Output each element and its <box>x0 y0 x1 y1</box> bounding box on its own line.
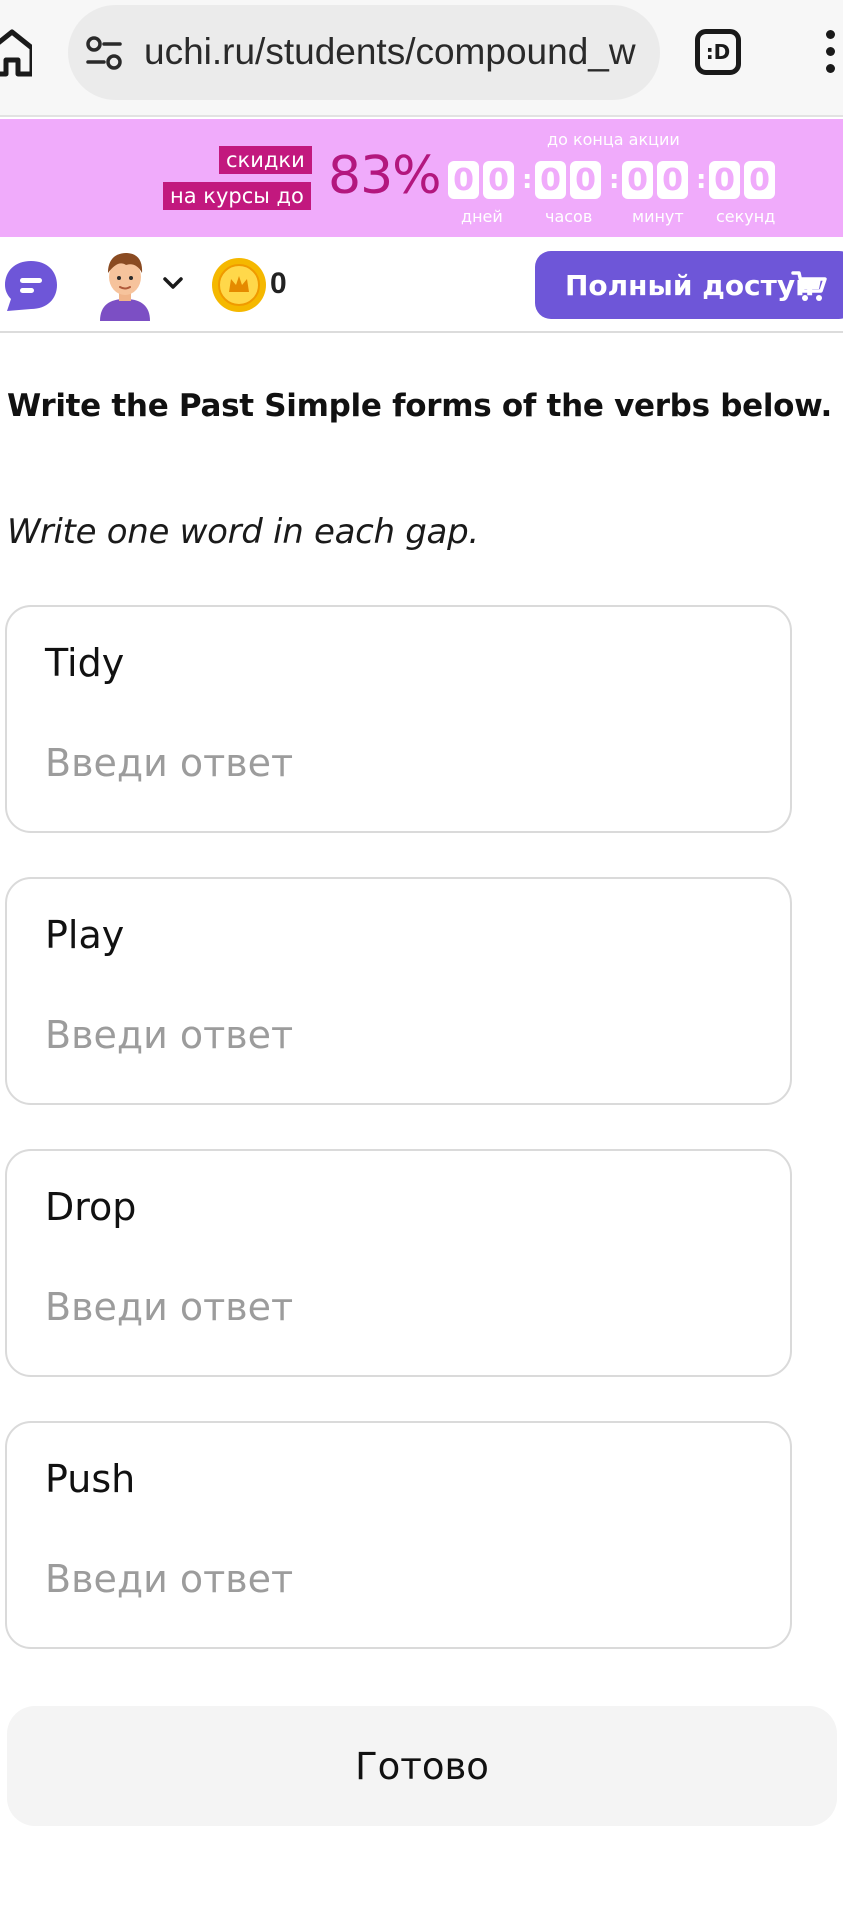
exercise-instruction: Write one word in each gap. <box>7 512 479 552</box>
timer-digit: 0 <box>744 161 775 199</box>
timer-digit: 0 <box>622 161 653 199</box>
timer-digit: 0 <box>535 161 566 199</box>
app-header: 0 Полный доступ <box>0 237 843 333</box>
coin-icon <box>212 258 266 312</box>
verb-label: Drop <box>45 1185 137 1229</box>
timer-seconds-label: секунд <box>716 207 776 226</box>
timer-digit: 0 <box>709 161 740 199</box>
timer-separator: : <box>522 165 533 195</box>
timer-separator: : <box>609 165 620 195</box>
answer-card: Play <box>5 877 792 1105</box>
chevron-down-icon[interactable] <box>162 275 184 291</box>
promo-banner[interactable]: скидки на курсы до 83% до конца акции 0 … <box>0 119 843 237</box>
promo-label-discounts: скидки <box>219 146 312 174</box>
promo-percent: 83% <box>328 146 442 206</box>
promo-until-label: до конца акции <box>547 130 680 149</box>
answer-input[interactable] <box>45 1553 745 1605</box>
url-text[interactable]: uchi.ru/students/compound_w <box>144 31 644 75</box>
exercise-title: Write the Past Simple forms of the verbs… <box>7 388 832 424</box>
verb-label: Play <box>45 913 125 957</box>
verb-label: Push <box>45 1457 136 1501</box>
cart-icon <box>791 271 827 301</box>
full-access-button[interactable]: Полный доступ <box>535 251 843 319</box>
timer-hours-label: часов <box>545 207 593 226</box>
answer-card: Drop <box>5 1149 792 1377</box>
avatar[interactable] <box>96 249 154 321</box>
more-menu-icon[interactable] <box>826 30 836 76</box>
timer-minutes-label: минут <box>632 207 684 226</box>
timer-seconds: 0 0 <box>709 161 775 199</box>
site-settings-icon[interactable] <box>86 36 122 70</box>
timer-days: 0 0 <box>448 161 514 199</box>
tab-switcher-label: :D <box>705 40 731 64</box>
home-icon[interactable] <box>0 28 32 78</box>
timer-days-label: дней <box>461 207 503 226</box>
browser-toolbar: uchi.ru/students/compound_w :D <box>0 0 843 117</box>
timer-digit: 0 <box>657 161 688 199</box>
coin-count: 0 <box>270 267 287 300</box>
full-access-label: Полный доступ <box>565 268 815 302</box>
timer-digit: 0 <box>448 161 479 199</box>
verb-label: Tidy <box>45 641 125 685</box>
chat-icon[interactable] <box>3 259 59 313</box>
answer-card: Push <box>5 1421 792 1649</box>
answer-input[interactable] <box>45 1281 745 1333</box>
answer-input[interactable] <box>45 1009 745 1061</box>
address-bar[interactable]: uchi.ru/students/compound_w <box>68 5 660 100</box>
timer-minutes: 0 0 <box>622 161 688 199</box>
timer-hours: 0 0 <box>535 161 601 199</box>
answer-input[interactable] <box>45 737 745 789</box>
timer-digit: 0 <box>570 161 601 199</box>
promo-label-courses: на курсы до <box>163 182 311 210</box>
tab-switcher-icon[interactable]: :D <box>695 29 741 75</box>
timer-digit: 0 <box>483 161 514 199</box>
done-button[interactable]: Готово <box>7 1706 837 1826</box>
timer-separator: : <box>696 165 707 195</box>
answer-card: Tidy <box>5 605 792 833</box>
